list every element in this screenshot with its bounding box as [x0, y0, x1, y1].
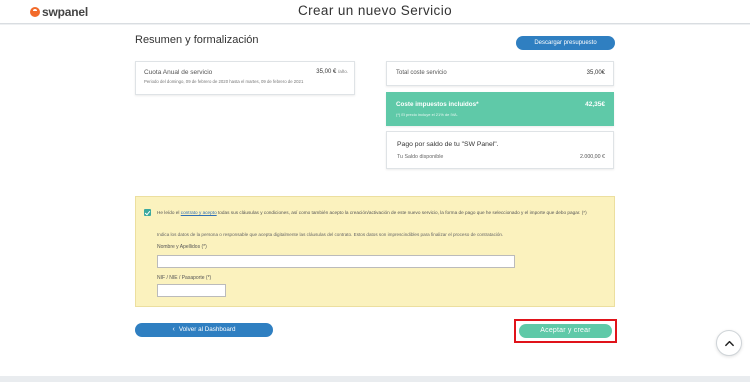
quota-price-unit: /año. — [337, 69, 348, 74]
tax-note: (*) El precio incluye el 21% de IVA. — [396, 112, 458, 117]
chevron-up-icon — [725, 340, 734, 347]
terms-text-after: todas sus cláusulas y condiciones, así c… — [216, 210, 587, 215]
total-cost-card: Total coste servicio 35,00€ — [386, 61, 614, 86]
total-cost-label: Total coste servicio — [396, 70, 447, 76]
terms-info: Indica los datos de la persona o respons… — [157, 232, 504, 237]
back-button-label: Volver al Dashboard — [178, 326, 236, 333]
tax-cost-value: 42,35€ — [585, 101, 605, 108]
scroll-to-top-button[interactable] — [716, 330, 742, 356]
full-name-label: Nombre y Apellidos (*) — [157, 244, 207, 250]
total-cost-value: 35,00€ — [586, 70, 605, 76]
accept-button-highlight: Aceptar y crear — [514, 319, 617, 343]
accept-and-create-button[interactable]: Aceptar y crear — [519, 324, 612, 338]
terms-text-before: He leído el — [157, 210, 181, 215]
balance-title: Pago por saldo de tu "SW Panel". — [397, 141, 499, 148]
quota-price-value: 35,00 € — [316, 69, 337, 75]
contract-link[interactable]: contrato y acepto — [181, 210, 217, 215]
download-budget-button[interactable]: Descargar presupuesto — [516, 36, 615, 50]
quota-price: 35,00 € /año. — [316, 69, 348, 75]
back-to-dashboard-button[interactable]: ‹ Volver al Dashboard — [135, 323, 273, 337]
full-name-input[interactable] — [157, 255, 515, 268]
balance-payment-card: Pago por saldo de tu "SW Panel". Tu Sald… — [386, 131, 614, 169]
quota-name: Cuota Anual de servicio — [144, 69, 213, 76]
page-title: Crear un nuevo Servicio — [297, 3, 453, 18]
chevron-left-icon: ‹ — [172, 326, 175, 333]
quota-period: Periodo del domingo, 09 de febrero de 20… — [144, 79, 304, 84]
quota-card: Cuota Anual de servicio 35,00 € /año. Pe… — [135, 61, 355, 95]
tax-cost-label: Coste impuestos incluidos* — [396, 101, 479, 108]
main-content: Resumen y formalización Descargar presup… — [0, 25, 750, 382]
bottom-strip — [0, 376, 750, 382]
accept-terms-checkbox[interactable] — [144, 209, 151, 216]
id-document-input[interactable] — [157, 284, 226, 297]
id-document-label: NIF / NIE / Pasaporte (*) — [157, 275, 212, 281]
summary-title: Resumen y formalización — [135, 34, 259, 46]
terms-panel: He leído el contrato y acepto todas sus … — [135, 196, 615, 307]
terms-text: He leído el contrato y acepto todas sus … — [157, 208, 612, 217]
balance-label: Tu Saldo disponible — [397, 154, 444, 160]
tax-cost-card: Coste impuestos incluidos* 42,35€ (*) El… — [386, 92, 614, 126]
balance-value: 2.000,00 € — [579, 154, 605, 160]
top-bar: swpanel Crear un nuevo Servicio — [0, 0, 750, 24]
